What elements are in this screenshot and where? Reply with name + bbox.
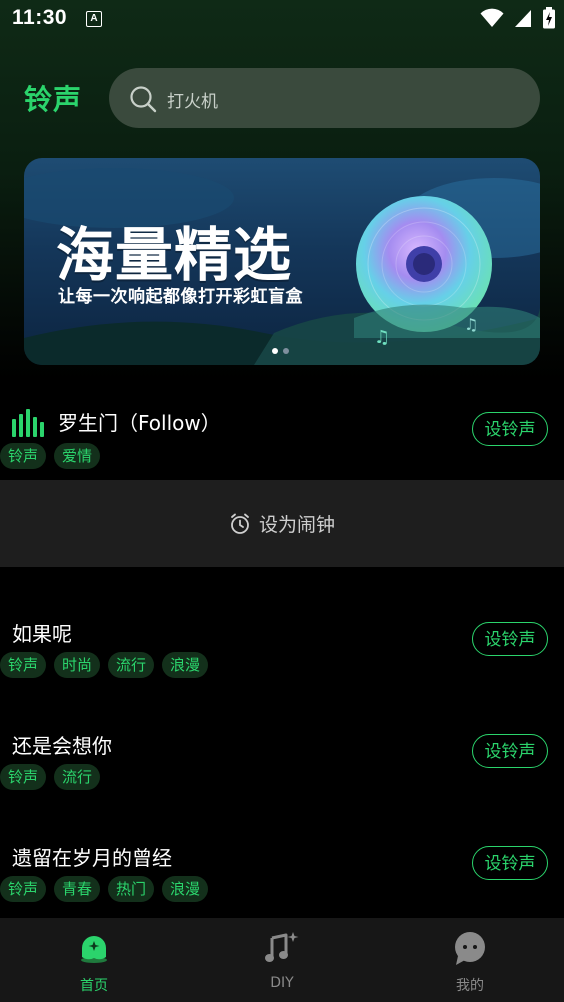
- bottom-nav: 首页 DIY 我的: [0, 918, 564, 1002]
- signal-icon: [515, 10, 531, 27]
- set-ringtone-button[interactable]: 设铃声: [472, 734, 548, 768]
- set-alarm-panel[interactable]: 设为闹钟: [0, 480, 564, 567]
- banner-dot: [283, 348, 289, 354]
- battery-icon: [543, 7, 555, 29]
- nav-home-label: 首页: [80, 978, 108, 994]
- nav-mine-label: 我的: [456, 978, 484, 994]
- svg-text:♫: ♫: [374, 327, 390, 348]
- tag[interactable]: 时尚: [54, 652, 101, 678]
- tag[interactable]: 流行: [54, 764, 101, 790]
- nav-diy[interactable]: DIY: [188, 918, 376, 1002]
- tag[interactable]: 铃声: [0, 652, 47, 678]
- tag[interactable]: 铃声: [0, 876, 47, 902]
- current-ringtone-item[interactable]: 罗生门（Follow） 铃声 爱情 设铃声: [0, 395, 564, 480]
- tag[interactable]: 浪漫: [162, 652, 209, 678]
- tag[interactable]: 热门: [108, 876, 155, 902]
- ringtone-title: 如果呢: [12, 622, 72, 646]
- chat-bubble-icon: [455, 932, 485, 965]
- status-bar: 11:30 A: [0, 0, 564, 38]
- tag[interactable]: 铃声: [0, 764, 47, 790]
- ringtone-tags: 铃声 时尚 流行 浪漫: [0, 652, 216, 678]
- ringtone-title: 还是会想你: [12, 734, 112, 758]
- wifi-icon: [480, 8, 504, 27]
- tag[interactable]: 浪漫: [162, 876, 209, 902]
- music-note-sparkle-icon: [265, 932, 299, 962]
- list-item[interactable]: 如果呢 铃声 时尚 流行 浪漫 设铃声: [0, 600, 564, 700]
- ringtone-tags: 铃声 青春 热门 浪漫: [0, 876, 216, 902]
- banner-pagination: [272, 348, 289, 354]
- ringtone-tags: 铃声 爱情: [0, 443, 108, 469]
- set-ringtone-button[interactable]: 设铃声: [472, 846, 548, 880]
- set-ringtone-button[interactable]: 设铃声: [472, 412, 548, 446]
- set-alarm-label: 设为闹钟: [258, 514, 335, 536]
- tag[interactable]: 铃声: [0, 443, 47, 469]
- ringtone-title: 罗生门（Follow）: [58, 411, 221, 435]
- home-ghost-icon: [81, 936, 107, 963]
- search-input[interactable]: 打火机: [167, 87, 218, 112]
- set-alarm-button[interactable]: 设为闹钟: [229, 510, 335, 537]
- list-item[interactable]: 遗留在岁月的曾经 铃声 青春 热门 浪漫 设铃声: [0, 824, 564, 916]
- app-title: 铃声: [24, 83, 83, 116]
- svg-text:♫: ♫: [464, 315, 478, 334]
- banner-title: 海量精选: [56, 221, 293, 289]
- nav-diy-label: DIY: [270, 975, 294, 991]
- notification-a-icon: A: [86, 11, 102, 27]
- tag[interactable]: 爱情: [54, 443, 101, 469]
- ringtone-title: 遗留在岁月的曾经: [12, 846, 172, 870]
- list-item[interactable]: 还是会想你 铃声 流行 设铃声: [0, 712, 564, 812]
- promo-banner[interactable]: ♫ ♫ 海量精选 让每一次响起都像打开彩虹盲盒: [24, 158, 540, 365]
- banner-dot-active: [272, 348, 278, 354]
- playing-equalizer-icon: [12, 409, 44, 437]
- nav-home[interactable]: 首页: [0, 918, 188, 1002]
- ringtone-tags: 铃声 流行: [0, 764, 108, 790]
- nav-mine[interactable]: 我的: [376, 918, 564, 1002]
- status-time: 11:30: [12, 6, 68, 29]
- alarm-clock-icon: [231, 513, 249, 534]
- banner-subtitle: 让每一次响起都像打开彩虹盲盒: [58, 287, 303, 307]
- tag[interactable]: 流行: [108, 652, 155, 678]
- header: 铃声 打火机: [0, 68, 564, 130]
- set-ringtone-button[interactable]: 设铃声: [472, 622, 548, 656]
- tag[interactable]: 青春: [54, 876, 101, 902]
- search-bar[interactable]: 打火机: [109, 68, 540, 128]
- search-icon: [130, 86, 157, 113]
